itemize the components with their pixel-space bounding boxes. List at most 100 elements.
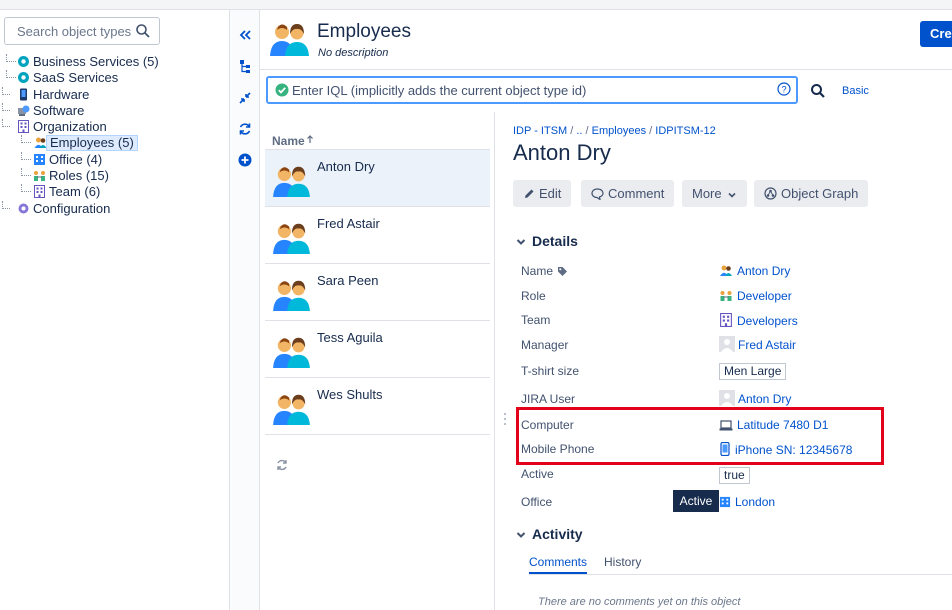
details-section-toggle[interactable]: Details bbox=[516, 233, 578, 249]
create-button[interactable]: Crea bbox=[920, 21, 952, 47]
top-strip bbox=[0, 0, 952, 10]
list-item[interactable]: Fred Astair bbox=[265, 207, 490, 264]
attribute-value-role[interactable]: Developer bbox=[719, 289, 792, 303]
object-type-title: Employees bbox=[317, 21, 411, 42]
comment-button[interactable]: Comment bbox=[581, 180, 675, 207]
roles-icon bbox=[720, 291, 732, 301]
loading-spinner-icon bbox=[277, 459, 287, 471]
attribute-label: Manager bbox=[521, 338, 569, 352]
tree-item-software[interactable]: Software bbox=[0, 102, 230, 119]
tree-item-configuration[interactable]: Configuration bbox=[0, 200, 230, 217]
attribute-label-text: Name bbox=[521, 264, 554, 278]
sort-arrow-icon bbox=[306, 135, 313, 143]
refresh-icon[interactable] bbox=[237, 121, 253, 137]
basic-search-link[interactable]: Basic bbox=[842, 85, 869, 97]
object-list-pane: Name Anton Dry Fred Astair Sara Peen Tes… bbox=[260, 112, 495, 610]
hierarchy-icon[interactable] bbox=[237, 58, 253, 74]
list-item-name: Tess Aguila bbox=[317, 330, 383, 345]
object-type-search-input[interactable] bbox=[5, 18, 133, 44]
list-item[interactable]: Tess Aguila bbox=[265, 321, 490, 378]
tree-item-employees[interactable]: Employees (5) bbox=[0, 135, 230, 152]
comment-icon bbox=[591, 188, 604, 201]
attribute-label: Office bbox=[521, 495, 553, 509]
attribute-value-manager[interactable]: Fred Astair bbox=[719, 336, 796, 352]
chevron-down-icon bbox=[516, 239, 526, 245]
help-icon[interactable]: ? bbox=[777, 82, 791, 96]
roles-icon bbox=[34, 171, 45, 182]
list-item-name: Anton Dry bbox=[317, 159, 375, 174]
breadcrumb-object-key[interactable]: IDPITSM-12 bbox=[655, 125, 716, 137]
attribute-value-office[interactable]: London bbox=[719, 495, 775, 509]
highlight-annotation-box bbox=[516, 407, 884, 465]
configuration-icon bbox=[18, 203, 29, 214]
edit-button-label: Edit bbox=[539, 186, 562, 201]
list-item-name: Sara Peen bbox=[317, 273, 379, 288]
tree-item-team[interactable]: Team (6) bbox=[0, 184, 230, 200]
search-icon[interactable] bbox=[135, 23, 151, 39]
edit-button[interactable]: Edit bbox=[513, 180, 572, 207]
attribute-value-tshirt: Men Large bbox=[719, 363, 787, 380]
tree-item-roles[interactable]: Roles (15) bbox=[0, 168, 230, 184]
tree-item-label: SaaS Services bbox=[33, 70, 119, 86]
tree-item-label: Business Services (5) bbox=[33, 54, 159, 69]
tree-tool-strip bbox=[230, 10, 260, 610]
office-icon bbox=[34, 153, 45, 165]
add-object-type-icon[interactable] bbox=[237, 152, 253, 168]
more-button[interactable]: More bbox=[682, 180, 747, 207]
list-item[interactable]: Anton Dry bbox=[265, 150, 490, 207]
user-avatar-icon bbox=[719, 390, 735, 406]
user-avatar-icon bbox=[719, 336, 735, 352]
object-graph-button[interactable]: Object Graph bbox=[754, 180, 869, 207]
name-column-label: Name bbox=[272, 134, 305, 148]
tree-item-office[interactable]: Office (4) bbox=[0, 151, 230, 168]
object-title: Anton Dry bbox=[513, 140, 611, 165]
tree-item-hardware[interactable]: Hardware bbox=[0, 86, 230, 103]
organization-icon bbox=[18, 120, 29, 134]
attribute-label: Role bbox=[521, 289, 546, 303]
tree-item-organization[interactable]: Organization bbox=[0, 119, 230, 135]
attribute-value-jira-user[interactable]: Anton Dry bbox=[719, 390, 791, 406]
attribute-value-name[interactable]: Anton Dry bbox=[719, 264, 790, 278]
collapse-all-icon[interactable] bbox=[237, 90, 253, 106]
object-type-search[interactable] bbox=[4, 17, 160, 45]
attribute-label: Team bbox=[521, 313, 551, 327]
software-icon bbox=[18, 105, 30, 116]
team-icon bbox=[720, 313, 732, 327]
name-column-header[interactable]: Name bbox=[265, 134, 490, 150]
attribute-label: T-shirt size bbox=[521, 364, 580, 378]
more-button-label: More bbox=[692, 186, 722, 201]
employees-icon bbox=[720, 265, 732, 276]
search-icon[interactable] bbox=[810, 83, 826, 99]
object-type-tree: Business Services (5) SaaS Services Hard… bbox=[0, 54, 230, 217]
breadcrumb-schema[interactable]: IDP - ITSM bbox=[513, 125, 567, 137]
breadcrumb: IDP - ITSM / .. / Employees / IDPITSM-12 bbox=[513, 125, 716, 137]
attribute-label: Name bbox=[521, 264, 568, 278]
svg-text:?: ? bbox=[781, 85, 786, 95]
iql-input[interactable] bbox=[292, 80, 772, 100]
list-item-name: Fred Astair bbox=[317, 216, 380, 231]
collapse-panel-icon[interactable] bbox=[237, 27, 253, 43]
attribute-value-active: true bbox=[719, 467, 750, 484]
object-type-header: Employees No description Crea bbox=[260, 10, 952, 70]
tree-item-business-services[interactable]: Business Services (5) bbox=[0, 54, 230, 70]
valid-check-icon bbox=[275, 83, 289, 97]
service-icon bbox=[18, 56, 29, 67]
label-tag-icon bbox=[558, 267, 568, 276]
attribute-value-text: Fred Astair bbox=[738, 338, 797, 352]
tree-item-label: Employees (5) bbox=[46, 135, 138, 152]
tooltip: Active bbox=[673, 490, 719, 512]
tab-history[interactable]: History bbox=[604, 555, 641, 569]
employee-avatar-icon bbox=[273, 394, 310, 425]
iql-search-bar[interactable]: ? bbox=[266, 76, 798, 104]
list-item[interactable]: Wes Shults bbox=[265, 378, 490, 435]
chevron-down-icon bbox=[728, 192, 736, 198]
attribute-label: JIRA User bbox=[521, 392, 576, 406]
breadcrumb-object-type[interactable]: Employees bbox=[592, 125, 646, 137]
tab-comments[interactable]: Comments bbox=[529, 555, 588, 574]
list-item[interactable]: Sara Peen bbox=[265, 264, 490, 321]
attribute-label: Active bbox=[521, 467, 554, 481]
activity-section-toggle[interactable]: Activity bbox=[516, 526, 583, 542]
attribute-value-team[interactable]: Developers bbox=[719, 313, 798, 328]
tree-item-saas-services[interactable]: SaaS Services bbox=[0, 70, 230, 86]
activity-heading: Activity bbox=[532, 526, 583, 542]
